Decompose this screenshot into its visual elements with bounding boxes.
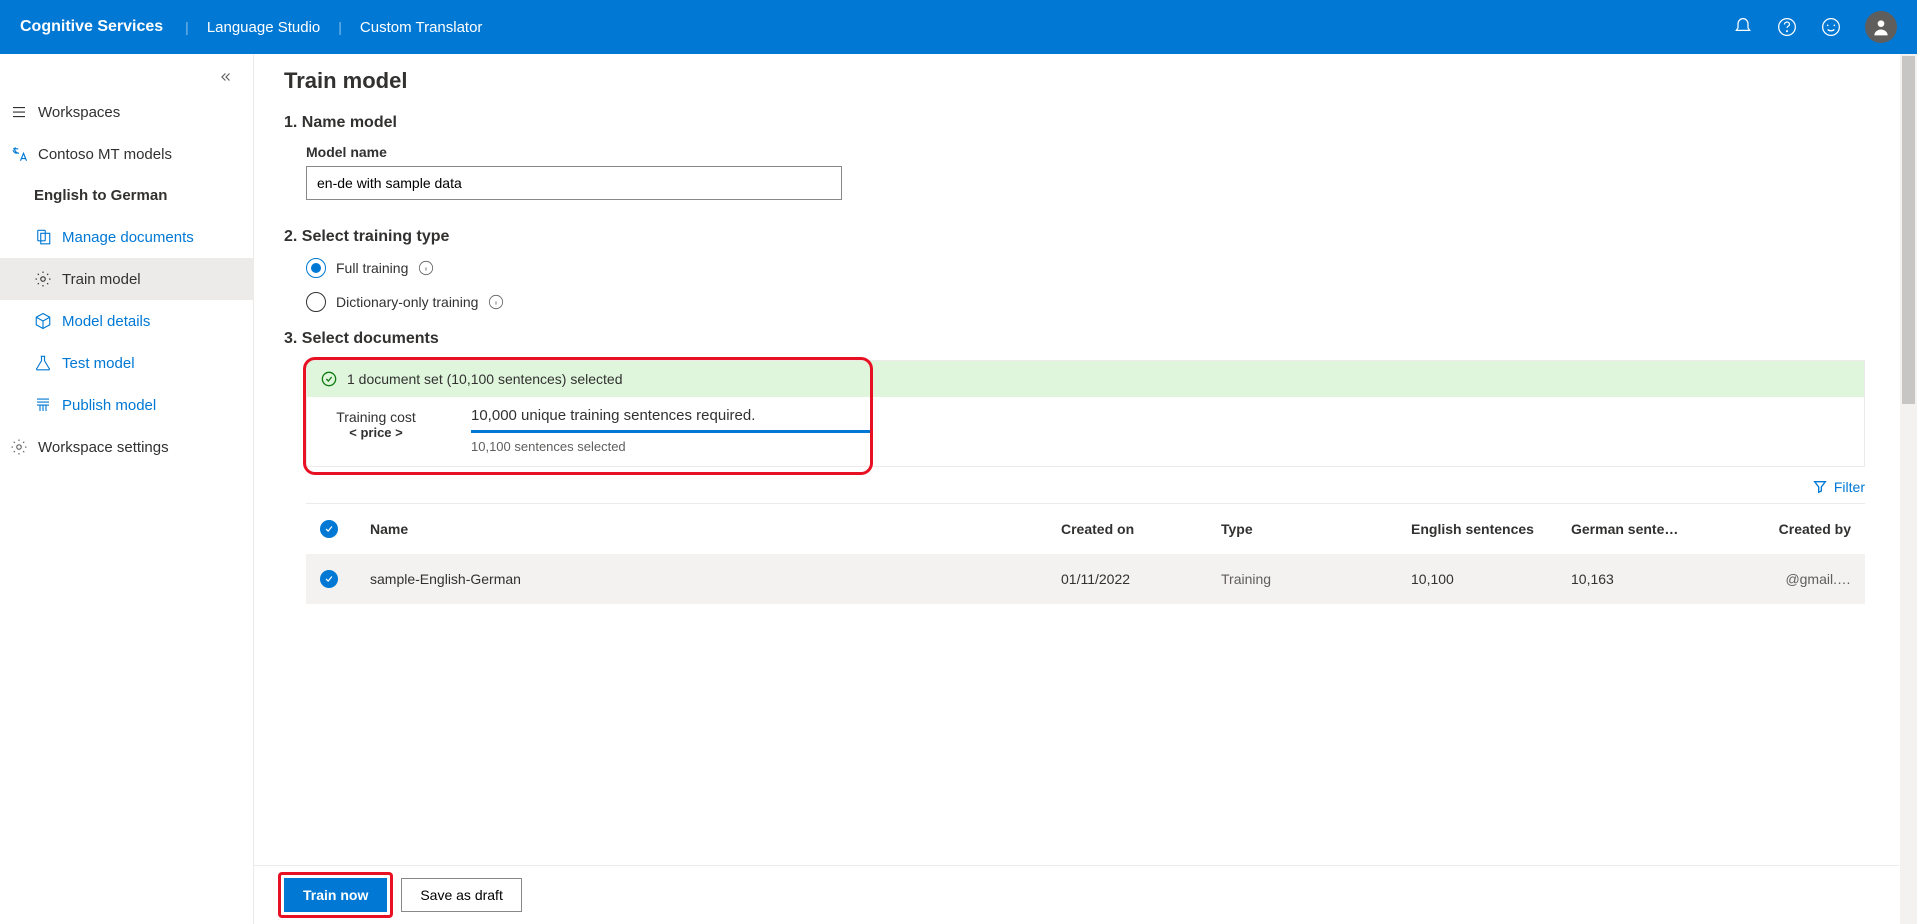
table-row[interactable]: sample-English-German 01/11/2022 Trainin…	[306, 554, 1865, 604]
divider: |	[181, 19, 193, 35]
divider: |	[334, 19, 346, 35]
cost-price: < price >	[321, 425, 431, 440]
sidebar-manage-documents[interactable]: Manage documents	[0, 216, 253, 258]
header-breadcrumb: Cognitive Services | Language Studio | C…	[20, 18, 496, 36]
sidebar-project[interactable]: Contoso MT models	[0, 133, 253, 175]
settings-icon	[10, 438, 28, 456]
radio-full-training[interactable]: Full training	[306, 258, 1887, 278]
sidebar-label: English to German	[34, 187, 167, 204]
row-name: sample-English-German	[370, 571, 1061, 587]
sidebar-label: Manage documents	[62, 229, 194, 246]
sidebar-label: Publish model	[62, 397, 156, 414]
check-icon	[320, 570, 338, 588]
training-cost-label: Training cost < price >	[321, 407, 431, 440]
radio-dictionary-training[interactable]: Dictionary-only training	[306, 292, 1887, 312]
radio-icon	[306, 258, 326, 278]
sidebar-label: Test model	[62, 355, 135, 372]
user-avatar[interactable]	[1865, 11, 1897, 43]
feedback-icon[interactable]	[1821, 17, 1841, 37]
publish-icon	[34, 396, 52, 414]
check-icon	[320, 520, 338, 538]
sidebar: Workspaces Contoso MT models English to …	[0, 54, 254, 924]
col-type[interactable]: Type	[1221, 521, 1411, 537]
scrollbar[interactable]	[1900, 54, 1917, 924]
sidebar-label: Contoso MT models	[38, 146, 172, 163]
training-cost-row: Training cost < price > 10,000 unique tr…	[307, 397, 1864, 466]
row-checkbox[interactable]	[320, 570, 370, 588]
filter-label: Filter	[1834, 479, 1865, 495]
crumb-custom-translator[interactable]: Custom Translator	[346, 19, 497, 36]
content-scroll[interactable]: Train model 1. Name model Model name 2. …	[254, 54, 1917, 924]
train-now-button[interactable]: Train now	[284, 878, 387, 912]
radio-label: Dictionary-only training	[336, 294, 478, 310]
table-header: Name Created on Type English sentences G…	[306, 504, 1865, 554]
sidebar-publish-model[interactable]: Publish model	[0, 384, 253, 426]
cost-label-text: Training cost	[321, 409, 431, 425]
main-content: Train model 1. Name model Model name 2. …	[254, 54, 1917, 694]
sidebar-label: Train model	[62, 271, 141, 288]
select-all[interactable]	[320, 520, 370, 538]
sentence-requirement: 10,000 unique training sentences require…	[471, 407, 871, 454]
help-icon[interactable]	[1777, 17, 1797, 37]
sidebar-label: Workspaces	[38, 104, 120, 121]
col-created-by[interactable]: Created by	[1721, 521, 1851, 537]
required-text: 10,000 unique training sentences require…	[471, 407, 871, 424]
col-name[interactable]: Name	[370, 521, 1061, 537]
gear-bot-icon	[34, 270, 52, 288]
selected-text: 10,100 sentences selected	[471, 439, 871, 454]
row-eng: 10,100	[1411, 571, 1571, 587]
filter-button[interactable]: Filter	[284, 467, 1887, 503]
sidebar-label: Workspace settings	[38, 439, 169, 456]
sidebar-label: Model details	[62, 313, 150, 330]
cube-icon	[34, 312, 52, 330]
save-draft-button[interactable]: Save as draft	[401, 878, 522, 912]
row-by: @gmail.…	[1721, 571, 1851, 587]
footer-actions: Train now Save as draft	[254, 865, 1899, 924]
documents-icon	[34, 228, 52, 246]
model-name-input[interactable]	[306, 166, 842, 200]
col-created[interactable]: Created on	[1061, 521, 1221, 537]
sidebar-language-pair[interactable]: English to German	[0, 175, 253, 216]
col-english-sentences[interactable]: English sentences	[1411, 521, 1571, 537]
row-created: 01/11/2022	[1061, 571, 1221, 587]
status-header: 1 document set (10,100 sentences) select…	[307, 361, 1864, 397]
step2-heading: 2. Select training type	[284, 228, 1887, 246]
step3-heading: 3. Select documents	[284, 330, 1887, 348]
flask-icon	[34, 354, 52, 372]
translate-icon	[10, 145, 28, 163]
list-icon	[10, 103, 28, 121]
info-icon[interactable]	[418, 260, 434, 276]
bell-icon[interactable]	[1733, 17, 1753, 37]
model-name-label: Model name	[306, 144, 1887, 160]
info-icon[interactable]	[488, 294, 504, 310]
documents-table: Name Created on Type English sentences G…	[306, 503, 1865, 604]
row-ger: 10,163	[1571, 571, 1721, 587]
sidebar-workspace-settings[interactable]: Workspace settings	[0, 426, 253, 468]
brand-name[interactable]: Cognitive Services	[20, 18, 181, 36]
col-german-sentences[interactable]: German sente…	[1571, 521, 1721, 537]
sidebar-test-model[interactable]: Test model	[0, 342, 253, 384]
header-actions	[1733, 11, 1897, 43]
status-text: 1 document set (10,100 sentences) select…	[347, 371, 623, 387]
app-header: Cognitive Services | Language Studio | C…	[0, 0, 1917, 54]
sidebar-model-details[interactable]: Model details	[0, 300, 253, 342]
collapse-sidebar[interactable]	[0, 62, 253, 91]
check-circle-icon	[321, 371, 337, 387]
filter-icon	[1812, 479, 1828, 495]
row-type: Training	[1221, 571, 1411, 587]
step1-heading: 1. Name model	[284, 114, 1887, 132]
sidebar-train-model[interactable]: Train model	[0, 258, 253, 300]
radio-icon	[306, 292, 326, 312]
selection-status-panel: 1 document set (10,100 sentences) select…	[306, 360, 1865, 467]
crumb-language-studio[interactable]: Language Studio	[193, 19, 334, 36]
progress-bar	[471, 430, 871, 433]
page-title: Train model	[284, 68, 1887, 94]
sidebar-workspaces[interactable]: Workspaces	[0, 91, 253, 133]
radio-label: Full training	[336, 260, 408, 276]
